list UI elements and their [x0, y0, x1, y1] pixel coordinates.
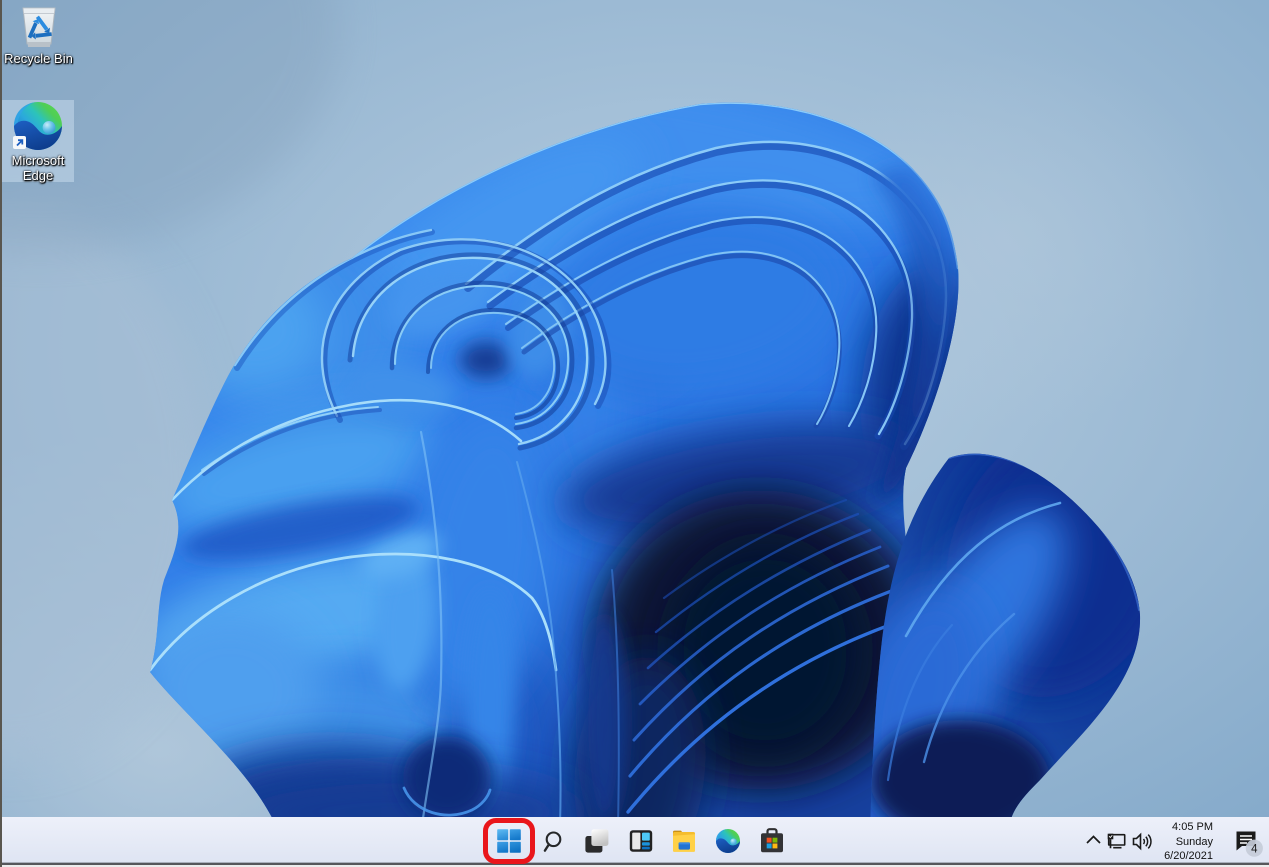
- svg-text:4: 4: [1251, 843, 1258, 855]
